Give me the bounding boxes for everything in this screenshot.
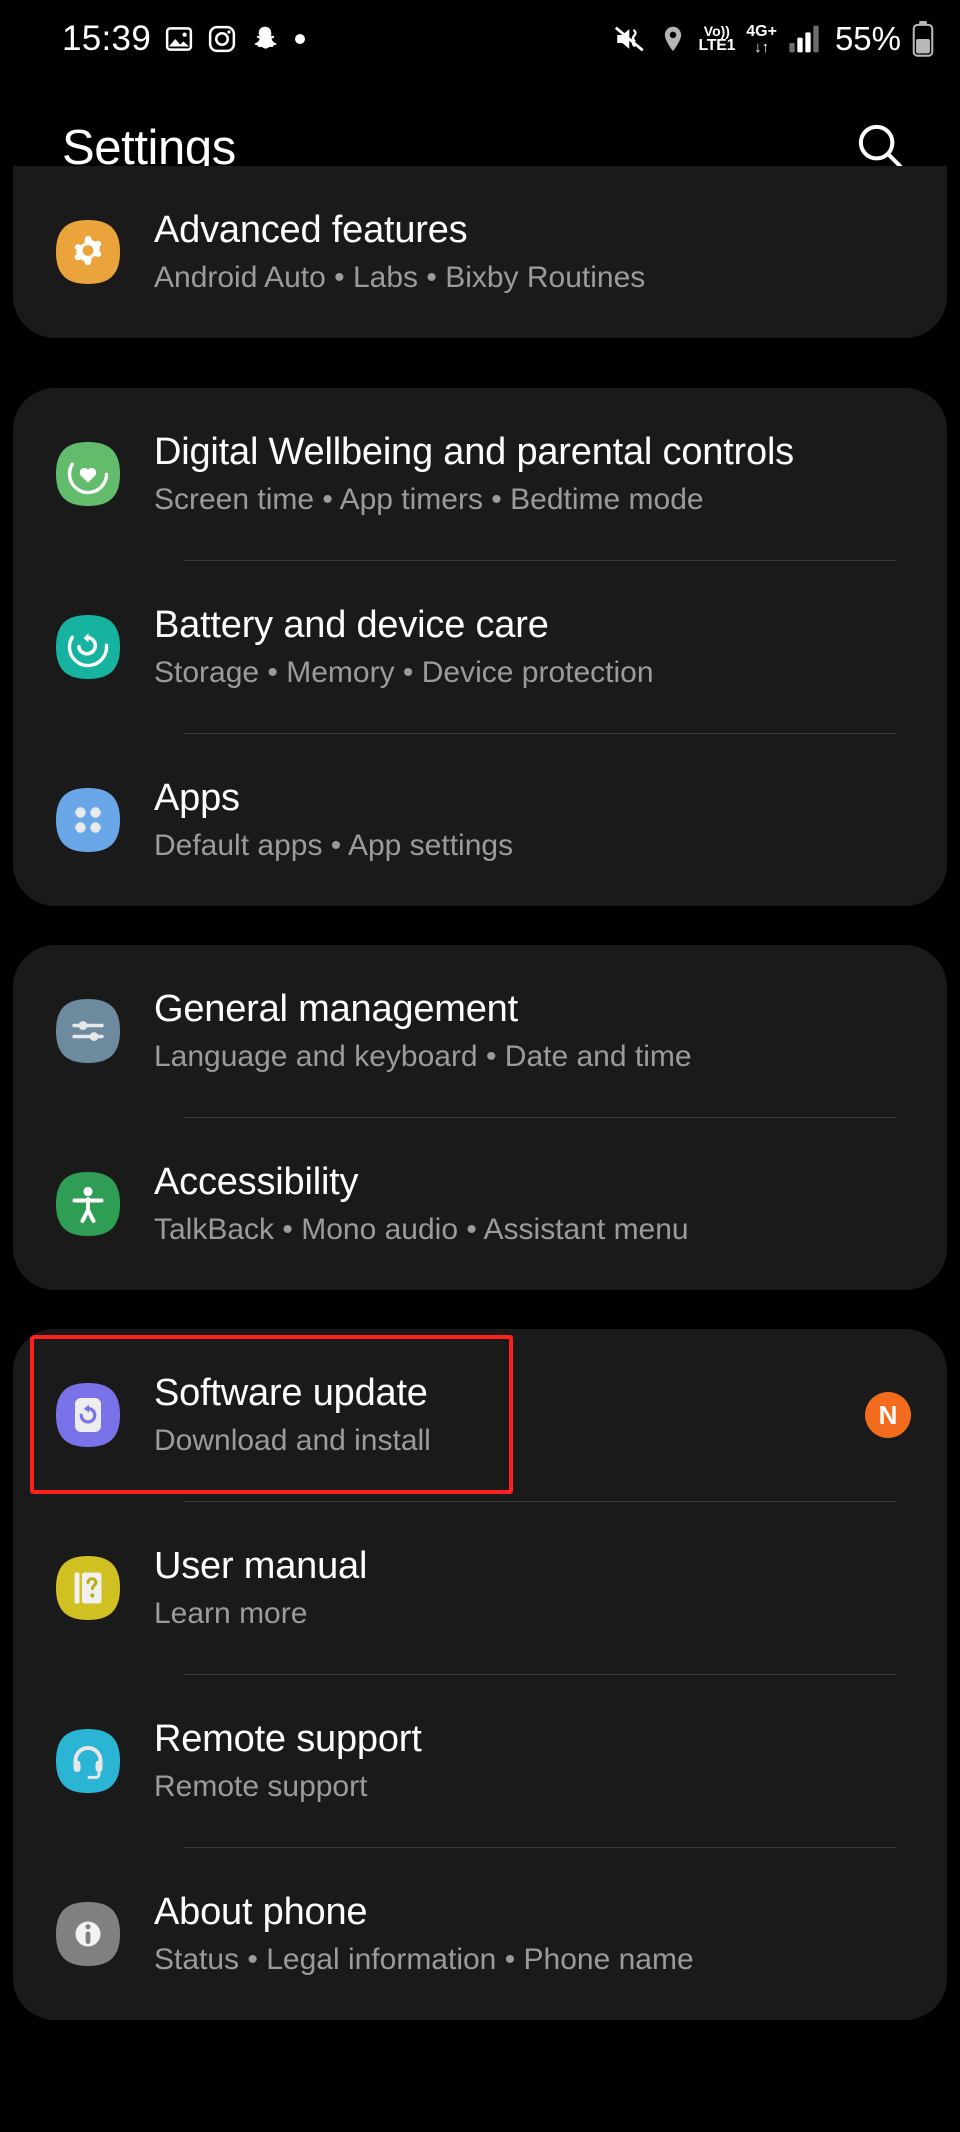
instagram-icon: [207, 24, 237, 54]
battery-percent-label: 55%: [834, 20, 901, 57]
settings-group-advanced: Advanced features Android Auto • Labs • …: [13, 166, 947, 338]
battery-device-care-icon: [53, 612, 123, 682]
advanced-features-icon: [53, 217, 123, 287]
row-subtitle: Language and keyboard • Date and time: [154, 1039, 692, 1073]
location-icon: [658, 24, 688, 54]
settings-row-text: Remote support Remote support: [154, 1717, 422, 1805]
settings-group-support: Software update Download and install N U…: [13, 1329, 947, 2020]
row-subtitle: Learn more: [154, 1596, 308, 1630]
status-bar-right: Vo)) LTE1 4G+ ↓↑ 55%: [613, 20, 934, 58]
row-title: About phone: [154, 1891, 368, 1934]
status-bar-left: 15:39: [62, 19, 307, 59]
settings-row-about-phone[interactable]: About phone Status • Legal information •…: [13, 1848, 947, 2020]
settings-list[interactable]: Advanced features Android Auto • Labs • …: [0, 166, 960, 2132]
row-title: User manual: [154, 1545, 368, 1588]
settings-screen: 15:39 Vo)) LTE1 4G+ ↓↑ 55% Settings Adva…: [0, 0, 960, 2132]
settings-row-text: Apps Default apps • App settings: [154, 776, 513, 864]
settings-row-apps[interactable]: Apps Default apps • App settings: [13, 734, 947, 906]
settings-group-device: Digital Wellbeing and parental controls …: [13, 388, 947, 906]
software-update-icon: [53, 1380, 123, 1450]
user-manual-icon: [53, 1553, 123, 1623]
signal-bars-icon: [788, 24, 820, 54]
row-subtitle: Status • Legal information • Phone name: [154, 1942, 694, 1976]
status-badge: N: [865, 1392, 911, 1438]
settings-row-general-management[interactable]: General management Language and keyboard…: [13, 945, 947, 1117]
apps-icon: [53, 785, 123, 855]
row-title: Remote support: [154, 1718, 422, 1761]
settings-row-text: Advanced features Android Auto • Labs • …: [154, 208, 645, 296]
settings-row-advanced-features[interactable]: Advanced features Android Auto • Labs • …: [13, 166, 947, 338]
about-phone-icon: [53, 1899, 123, 1969]
settings-row-text: Digital Wellbeing and parental controls …: [154, 430, 794, 518]
settings-row-text: About phone Status • Legal information •…: [154, 1890, 694, 1978]
status-bar-clock: 15:39: [62, 19, 152, 58]
settings-row-text: Software update Download and install: [154, 1371, 431, 1459]
volte-icon: Vo)) LTE1: [698, 23, 736, 54]
row-title: General management: [154, 988, 518, 1031]
settings-row-accessibility[interactable]: Accessibility TalkBack • Mono audio • As…: [13, 1118, 947, 1290]
row-title: Accessibility: [154, 1161, 359, 1204]
row-subtitle: Default apps • App settings: [154, 828, 514, 862]
row-title: Software update: [154, 1372, 428, 1415]
row-title: Advanced features: [154, 209, 468, 252]
row-title: Digital Wellbeing and parental controls: [154, 431, 794, 474]
settings-row-text: General management Language and keyboard…: [154, 987, 692, 1075]
row-title: Apps: [154, 777, 240, 820]
settings-row-software-update[interactable]: Software update Download and install N: [13, 1329, 947, 1501]
gallery-icon: [164, 24, 194, 54]
settings-row-text: User manual Learn more: [154, 1544, 367, 1632]
row-subtitle: Remote support: [154, 1769, 368, 1803]
row-subtitle: Android Auto • Labs • Bixby Routines: [154, 260, 646, 294]
settings-row-remote-support[interactable]: Remote support Remote support: [13, 1675, 947, 1847]
settings-row-user-manual[interactable]: User manual Learn more: [13, 1502, 947, 1674]
badge-slot: N: [849, 1392, 911, 1438]
dot-icon: [293, 32, 307, 46]
row-subtitle: Download and install: [154, 1423, 431, 1457]
snapchat-icon: [250, 24, 280, 54]
row-title: Battery and device care: [154, 604, 549, 647]
settings-group-general: General management Language and keyboard…: [13, 945, 947, 1290]
network-4g-icon: 4G+ ↓↑: [746, 22, 777, 56]
settings-row-digital-wellbeing[interactable]: Digital Wellbeing and parental controls …: [13, 388, 947, 560]
row-subtitle: Screen time • App timers • Bedtime mode: [154, 482, 704, 516]
row-subtitle: TalkBack • Mono audio • Assistant menu: [154, 1212, 689, 1246]
remote-support-icon: [53, 1726, 123, 1796]
settings-row-text: Battery and device care Storage • Memory…: [154, 603, 654, 691]
row-subtitle: Storage • Memory • Device protection: [154, 655, 654, 689]
settings-row-text: Accessibility TalkBack • Mono audio • As…: [154, 1160, 689, 1248]
battery-icon: [912, 21, 934, 57]
accessibility-icon: [53, 1169, 123, 1239]
general-management-icon: [53, 996, 123, 1066]
settings-row-battery-device-care[interactable]: Battery and device care Storage • Memory…: [13, 561, 947, 733]
digital-wellbeing-icon: [53, 439, 123, 509]
mute-vibrate-icon: [613, 22, 647, 56]
status-bar: 15:39 Vo)) LTE1 4G+ ↓↑ 55%: [0, 0, 960, 78]
